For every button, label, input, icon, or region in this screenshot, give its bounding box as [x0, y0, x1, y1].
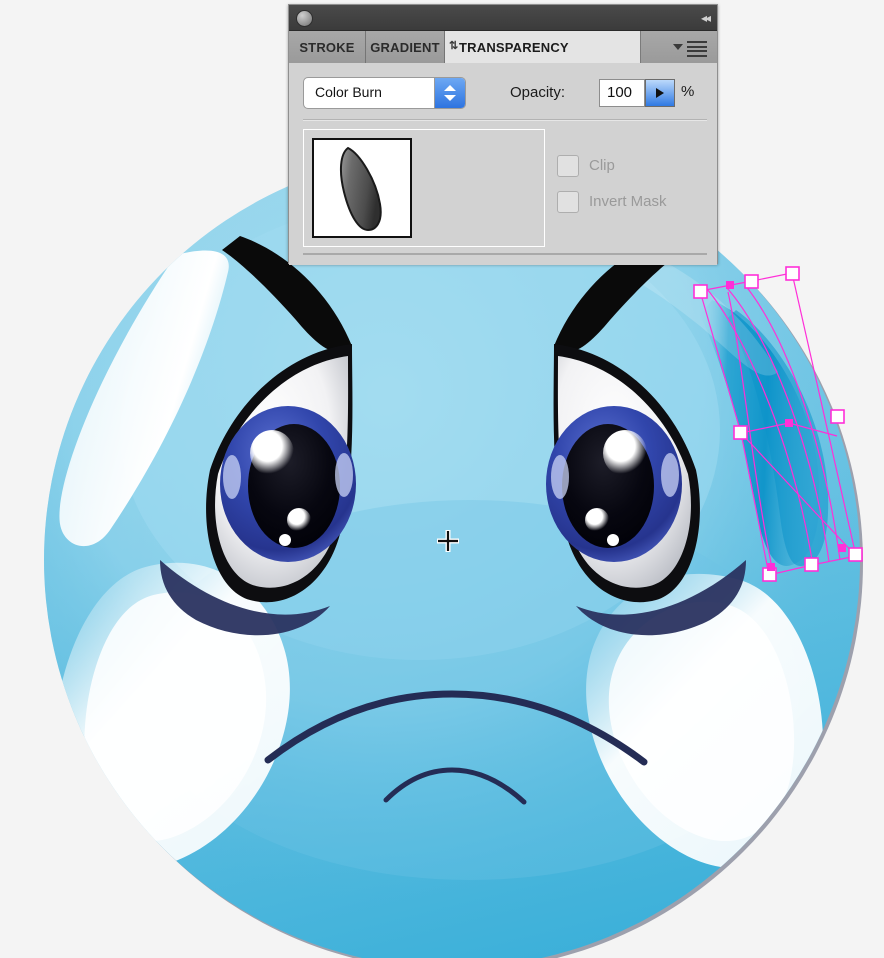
panel-body: Color Burn Opacity: 100 % Clip Invert Ma… — [289, 63, 717, 265]
eye-right-iris-gloss-l — [551, 455, 569, 499]
thumbnail-well — [303, 129, 545, 247]
smooth-anchor — [767, 563, 775, 571]
eye-right-sparkle-tiny — [607, 534, 619, 546]
eye-left-sparkle-small — [287, 508, 311, 532]
eye-left-iris-gloss-l — [223, 455, 241, 499]
blend-mode-value: Color Burn — [315, 84, 382, 100]
opacity-slider-popup-icon[interactable] — [645, 79, 675, 107]
opacity-value: 100 — [607, 84, 633, 101]
blend-opacity-row: Color Burn Opacity: 100 % — [303, 77, 707, 111]
eye-right-iris-gloss-r — [661, 453, 679, 497]
panel-grip-dot-icon — [296, 10, 313, 27]
anchor-point — [785, 266, 800, 281]
blend-mode-select[interactable]: Color Burn — [303, 77, 466, 109]
object-thumbnail[interactable] — [312, 138, 412, 238]
tab-grip-icon: ⇅ — [449, 40, 459, 52]
panel-menu-icon[interactable] — [640, 31, 717, 63]
opacity-unit: % — [681, 83, 695, 100]
anchor-point — [848, 547, 863, 562]
smooth-anchor — [726, 281, 734, 289]
tab-transparency-label: TRANSPARENCY — [459, 39, 569, 55]
clip-label: Clip — [589, 157, 615, 174]
anchor-point — [744, 274, 759, 289]
thumbnail-crescent-shape — [339, 146, 382, 232]
anchor-point — [830, 409, 845, 424]
blend-mode-stepper-icon[interactable] — [434, 78, 465, 108]
smooth-anchor — [838, 544, 846, 552]
smiley-face-group — [44, 152, 863, 958]
panel-title-bar[interactable]: ◂◂ — [289, 5, 717, 31]
eye-right-sparkle-small — [585, 508, 609, 532]
double-chevron-left-icon[interactable]: ◂◂ — [687, 11, 711, 25]
tab-stroke[interactable]: STROKE — [289, 31, 366, 63]
smooth-anchor — [785, 419, 793, 427]
application-canvas: ◂◂ STROKE GRADIENT ⇅ TRANSPARENCY Color … — [0, 0, 884, 958]
eye-right-sparkle-large — [603, 430, 647, 476]
opacity-input[interactable]: 100 — [599, 79, 645, 107]
eye-left-sparkle-large — [250, 430, 294, 476]
anchor-point — [804, 557, 819, 572]
tab-transparency[interactable]: ⇅ TRANSPARENCY — [445, 31, 643, 63]
transparency-panel[interactable]: ◂◂ STROKE GRADIENT ⇅ TRANSPARENCY Color … — [288, 4, 718, 265]
panel-tab-strip: STROKE GRADIENT ⇅ TRANSPARENCY — [289, 31, 717, 63]
invert-mask-checkbox[interactable] — [557, 191, 579, 213]
tab-gradient-label: GRADIENT — [370, 39, 440, 55]
tab-gradient[interactable]: GRADIENT — [366, 31, 445, 63]
chevron-down-icon — [673, 44, 683, 50]
eye-left-sparkle-tiny — [279, 534, 291, 546]
hamburger-icon — [687, 41, 707, 57]
panel-footer-line — [303, 253, 707, 255]
eye-left-iris-gloss-r — [335, 453, 353, 497]
invert-mask-label: Invert Mask — [589, 193, 667, 210]
tab-stroke-label: STROKE — [299, 39, 355, 55]
panel-divider — [303, 119, 707, 121]
clip-checkbox[interactable] — [557, 155, 579, 177]
anchor-point — [693, 284, 708, 299]
anchor-point — [733, 425, 748, 440]
opacity-label: Opacity: — [510, 84, 566, 101]
